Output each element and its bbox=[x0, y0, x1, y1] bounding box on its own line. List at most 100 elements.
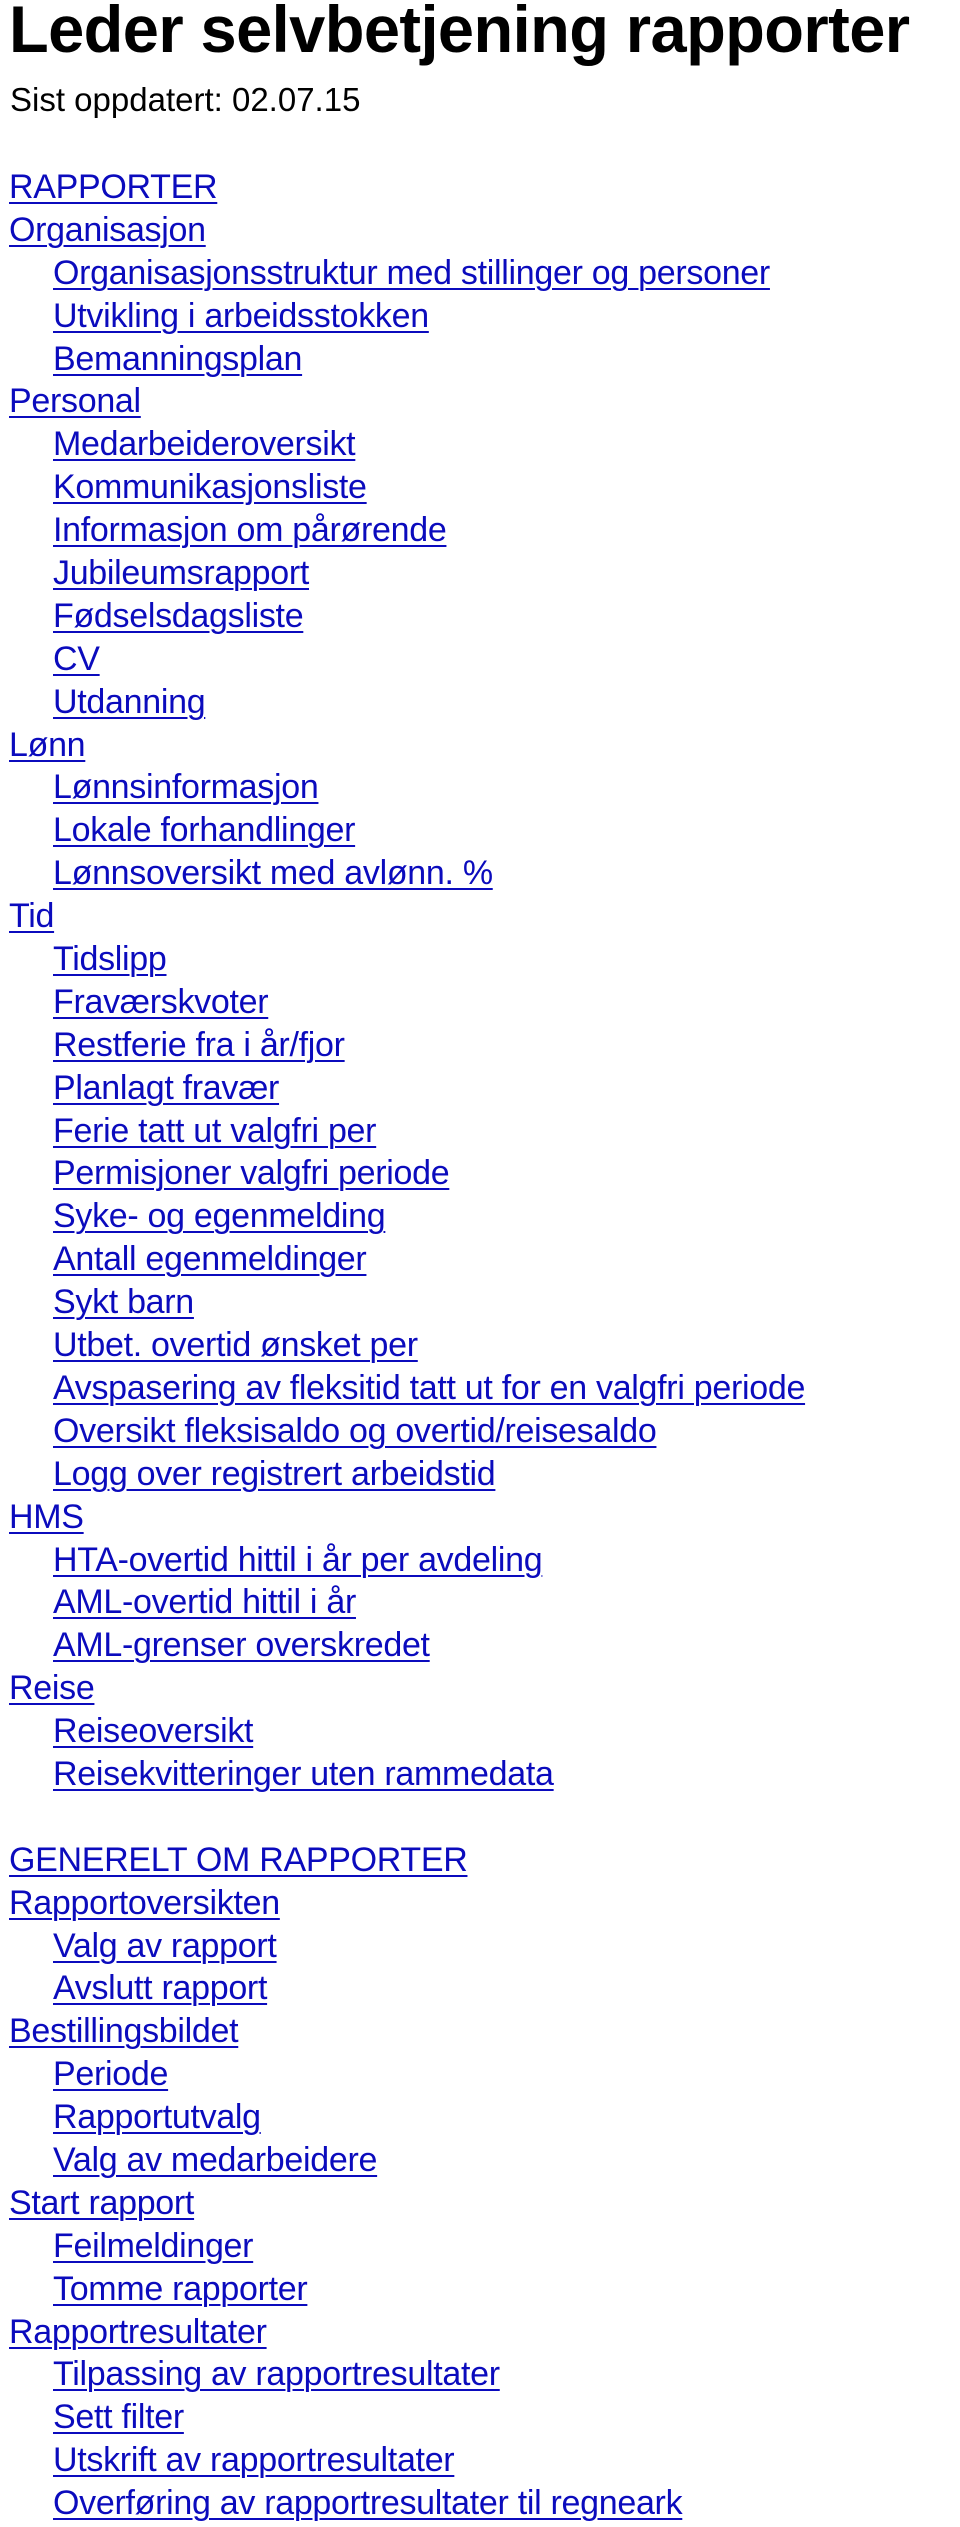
toc-section-item: Tid bbox=[0, 895, 805, 938]
toc-link[interactable]: Tomme rapporter bbox=[53, 2270, 308, 2308]
toc-link[interactable]: AML-grenser overskredet bbox=[53, 1626, 430, 1664]
toc-subitem: Reisekvitteringer uten rammedata bbox=[0, 1753, 805, 1796]
toc-link[interactable]: AML-overtid hittil i år bbox=[53, 1583, 356, 1621]
toc-section-item: Rapportoversikten bbox=[0, 1882, 805, 1925]
toc-section-item: RAPPORTER bbox=[0, 166, 805, 209]
toc-subitem: Ferie tatt ut valgfri per bbox=[0, 1110, 805, 1153]
toc-subitem: Utdanning bbox=[0, 681, 805, 724]
toc-subitem: Oversikt fleksisaldo og overtid/reisesal… bbox=[0, 1410, 805, 1453]
toc-subitem: Planlagt fravær bbox=[0, 1067, 805, 1110]
toc-section-link[interactable]: HMS bbox=[9, 1498, 84, 1536]
toc-link[interactable]: Lønnsoversikt med avlønn. % bbox=[53, 854, 493, 892]
toc-subitem: Medarbeideroversikt bbox=[0, 423, 805, 466]
toc-subitem: Tilpassing av rapportresultater bbox=[0, 2353, 805, 2396]
toc-subitem: Feilmeldinger bbox=[0, 2225, 805, 2268]
toc-section-item: Personal bbox=[0, 380, 805, 423]
toc-subitem: Rapportutvalg bbox=[0, 2096, 805, 2139]
toc-link[interactable]: Reiseoversikt bbox=[53, 1712, 253, 1750]
toc-section-link[interactable]: Reise bbox=[9, 1669, 95, 1707]
toc-link[interactable]: Feilmeldinger bbox=[53, 2227, 253, 2265]
toc-link[interactable]: Avslutt rapport bbox=[53, 1969, 267, 2007]
toc-subitem: Valg av rapport bbox=[0, 1925, 805, 1968]
toc-section-item: Bestillingsbildet bbox=[0, 2010, 805, 2053]
toc-subitem: Jubileumsrapport bbox=[0, 552, 805, 595]
toc-link[interactable]: Oversikt fleksisaldo og overtid/reisesal… bbox=[53, 1412, 657, 1450]
toc-link[interactable]: Jubileumsrapport bbox=[53, 554, 309, 592]
toc-subitem: Sykt barn bbox=[0, 1281, 805, 1324]
toc-link[interactable]: Tidslipp bbox=[53, 940, 167, 978]
toc-link[interactable]: Utbet. overtid ønsket per bbox=[53, 1326, 418, 1364]
toc-subitem: Restferie fra i år/fjor bbox=[0, 1024, 805, 1067]
toc-link[interactable]: Valg av medarbeidere bbox=[53, 2141, 377, 2179]
toc-link[interactable]: Ferie tatt ut valgfri per bbox=[53, 1112, 376, 1150]
toc-subitem: Utbet. overtid ønsket per bbox=[0, 1324, 805, 1367]
toc-link[interactable]: Lokale forhandlinger bbox=[53, 811, 355, 849]
toc-subitem: Fraværskvoter bbox=[0, 981, 805, 1024]
toc-link[interactable]: Organisasjonsstruktur med stillinger og … bbox=[53, 254, 770, 292]
toc-section-link[interactable]: Rapportresultater bbox=[9, 2313, 267, 2351]
toc-subitem: AML-overtid hittil i år bbox=[0, 1581, 805, 1624]
toc-link[interactable]: Antall egenmeldinger bbox=[53, 1240, 367, 1278]
toc-link[interactable]: Reisekvitteringer uten rammedata bbox=[53, 1755, 554, 1793]
toc-link[interactable]: Informasjon om pårørende bbox=[53, 511, 447, 549]
toc-link[interactable]: Periode bbox=[53, 2055, 168, 2093]
toc-link[interactable]: Fødselsdagsliste bbox=[53, 597, 304, 635]
toc-section-link[interactable]: Organisasjon bbox=[9, 211, 206, 249]
toc-link[interactable]: Fraværskvoter bbox=[53, 983, 269, 1021]
toc-link[interactable]: Planlagt fravær bbox=[53, 1069, 279, 1107]
toc-section-item: HMS bbox=[0, 1496, 805, 1539]
toc-link[interactable]: Tilpassing av rapportresultater bbox=[53, 2355, 500, 2393]
toc-subitem: CV bbox=[0, 638, 805, 681]
toc-link[interactable]: Kommunikasjonsliste bbox=[53, 468, 367, 506]
toc-link[interactable]: Rapportutvalg bbox=[53, 2098, 261, 2136]
toc-subitem: Permisjoner valgfri periode bbox=[0, 1152, 805, 1195]
toc-link[interactable]: Sett filter bbox=[53, 2398, 184, 2436]
toc-link[interactable]: Medarbeideroversikt bbox=[53, 425, 356, 463]
toc-link[interactable]: Avspasering av fleksitid tatt ut for en … bbox=[53, 1369, 805, 1407]
toc-subitem: Avslutt rapport bbox=[0, 1967, 805, 2010]
toc-link[interactable]: Syke- og egenmelding bbox=[53, 1197, 386, 1235]
toc-subitem: Antall egenmeldinger bbox=[0, 1238, 805, 1281]
toc-section-item: GENERELT OM RAPPORTER bbox=[0, 1839, 805, 1882]
toc-subitem: Tomme rapporter bbox=[0, 2268, 805, 2311]
toc-link[interactable]: Permisjoner valgfri periode bbox=[53, 1154, 450, 1192]
toc-section-link[interactable]: RAPPORTER bbox=[9, 168, 218, 206]
toc-link[interactable]: Restferie fra i år/fjor bbox=[53, 1026, 345, 1064]
toc-section-link[interactable]: Personal bbox=[9, 382, 141, 420]
toc-subitem: Overføring av rapportresultater til regn… bbox=[0, 2482, 805, 2525]
toc-section-link[interactable]: Start rapport bbox=[9, 2184, 194, 2222]
toc-link[interactable]: Valg av rapport bbox=[53, 1927, 277, 1965]
toc-link[interactable]: Utdanning bbox=[53, 683, 206, 721]
toc-section-link[interactable]: Bestillingsbildet bbox=[9, 2012, 239, 2050]
toc-section-link[interactable]: Tid bbox=[9, 897, 54, 935]
toc-link[interactable]: Sykt barn bbox=[53, 1283, 194, 1321]
toc-link[interactable]: Utskrift av rapportresultater bbox=[53, 2441, 455, 2479]
toc-subitem: Valg av medarbeidere bbox=[0, 2139, 805, 2182]
toc-section-item: Start rapport bbox=[0, 2182, 805, 2225]
toc-subitem: Reiseoversikt bbox=[0, 1710, 805, 1753]
toc-subitem: Bemanningsplan bbox=[0, 338, 805, 381]
toc-section-link[interactable]: Rapportoversikten bbox=[9, 1884, 280, 1922]
toc-link[interactable]: CV bbox=[53, 640, 100, 678]
toc-subitem: Lønnsinformasjon bbox=[0, 766, 805, 809]
toc-subitem: Utskrift av rapportresultater bbox=[0, 2439, 805, 2482]
toc-link[interactable]: Bemanningsplan bbox=[53, 340, 302, 378]
toc-subitem: Organisasjonsstruktur med stillinger og … bbox=[0, 252, 805, 295]
toc-link[interactable]: Lønnsinformasjon bbox=[53, 768, 319, 806]
toc-subitem: Kommunikasjonsliste bbox=[0, 466, 805, 509]
toc-section-item: Lønn bbox=[0, 724, 805, 767]
toc-link[interactable]: Logg over registrert arbeidstid bbox=[53, 1455, 496, 1493]
toc-section-item: Reise bbox=[0, 1667, 805, 1710]
toc-subitem: HTA-overtid hittil i år per avdeling bbox=[0, 1539, 805, 1582]
toc-subitem: Sett filter bbox=[0, 2396, 805, 2439]
toc-subitem: Lønnsoversikt med avlønn. % bbox=[0, 852, 805, 895]
toc-subitem: Informasjon om pårørende bbox=[0, 509, 805, 552]
toc-link[interactable]: HTA-overtid hittil i år per avdeling bbox=[53, 1541, 543, 1579]
toc-section-link[interactable]: Lønn bbox=[9, 726, 86, 764]
toc-subitem: Fødselsdagsliste bbox=[0, 595, 805, 638]
table-of-contents: RAPPORTER Organisasjon Organisasjonsstrukt… bbox=[0, 166, 805, 2525]
toc-spacer bbox=[0, 1796, 805, 1839]
toc-section-link[interactable]: GENERELT OM RAPPORTER bbox=[9, 1841, 468, 1879]
toc-link[interactable]: Overføring av rapportresultater til regn… bbox=[53, 2484, 683, 2522]
toc-link[interactable]: Utvikling i arbeidsstokken bbox=[53, 297, 429, 335]
